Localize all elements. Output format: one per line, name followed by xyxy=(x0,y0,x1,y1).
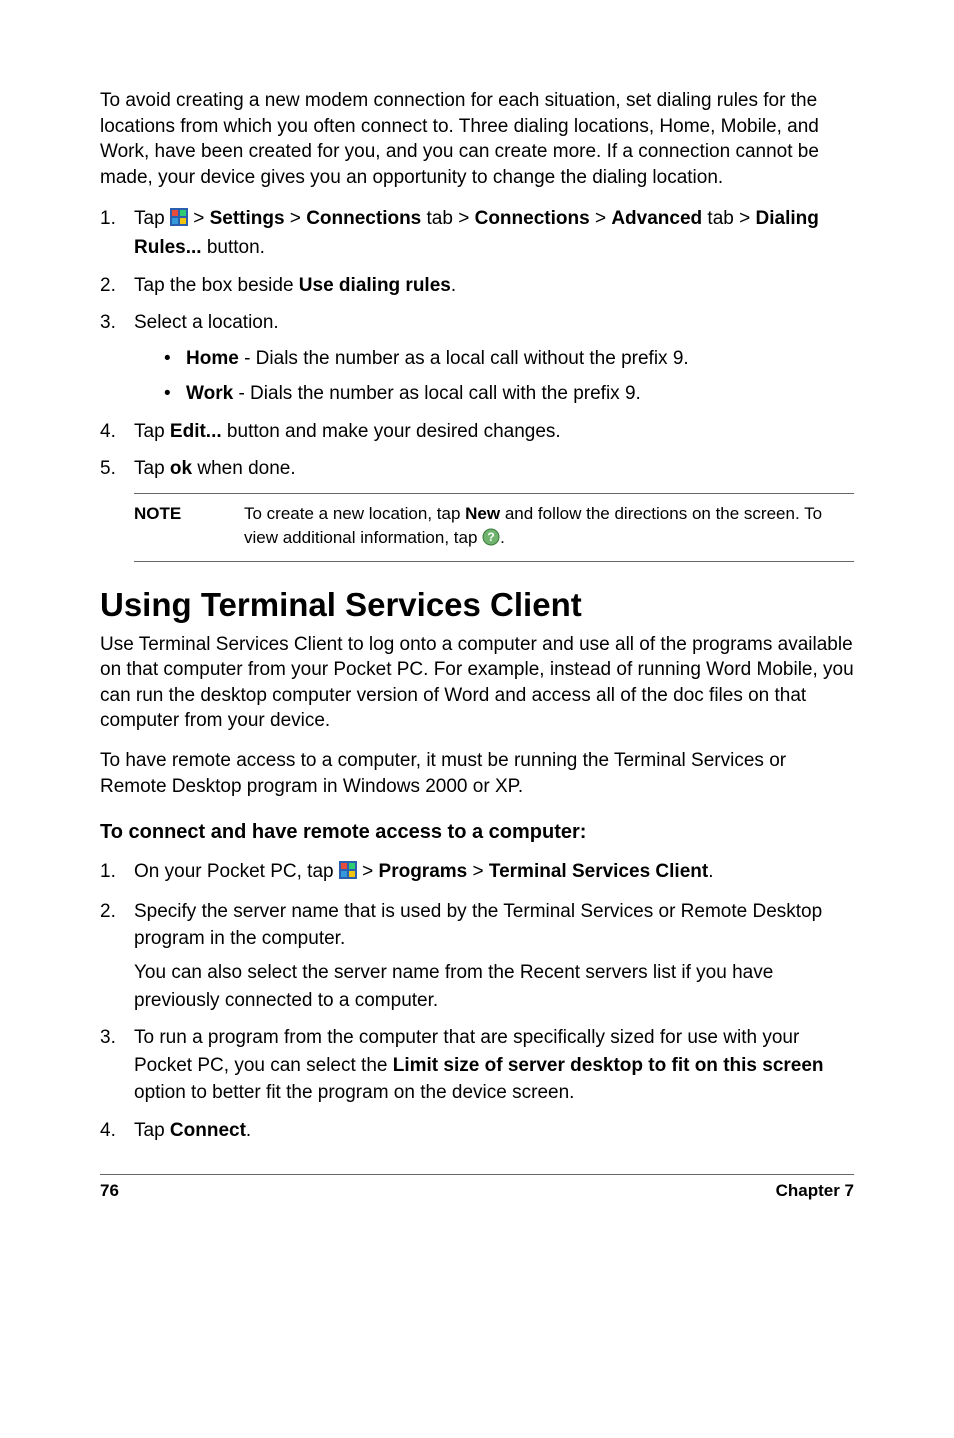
page-number: 76 xyxy=(100,1181,119,1201)
step-text: > xyxy=(188,208,210,229)
step-2-sub: You can also select the server name from… xyxy=(134,959,854,1014)
steps-list-1: 1. Tap > Settings > Connections tab > Co… xyxy=(100,205,854,483)
connections-label-2: Connections xyxy=(475,208,590,229)
home-label: Home xyxy=(186,348,239,369)
ok-label: ok xyxy=(170,458,192,479)
start-menu-icon xyxy=(339,860,357,888)
settings-label: Settings xyxy=(210,208,285,229)
step-2: 2. Tap the box beside Use dialing rules. xyxy=(100,272,854,300)
connect-label: Connect xyxy=(170,1120,246,1141)
advanced-label: Advanced xyxy=(611,208,702,229)
limit-size-label: Limit size of server desktop to fit on t… xyxy=(393,1055,824,1076)
step-number: 2. xyxy=(100,272,116,300)
step-number: 3. xyxy=(100,1024,116,1052)
step-4: 4. Tap Connect. xyxy=(100,1117,854,1145)
note-text: To create a new location, tap New and fo… xyxy=(244,502,854,553)
page-content: To avoid creating a new modem connection… xyxy=(0,0,954,1231)
step-5: 5. Tap ok when done. xyxy=(100,455,854,483)
step-number: 1. xyxy=(100,205,116,233)
chapter-label: Chapter 7 xyxy=(776,1181,854,1201)
new-label: New xyxy=(465,504,500,523)
step-text: Tap xyxy=(134,208,170,229)
use-dialing-rules-label: Use dialing rules xyxy=(299,275,451,296)
step-4: 4. Tap Edit... button and make your desi… xyxy=(100,418,854,446)
step-number: 4. xyxy=(100,1117,116,1145)
note-label: NOTE xyxy=(134,502,244,553)
step-1: 1. On your Pocket PC, tap > Programs > T… xyxy=(100,858,854,888)
para-1: Use Terminal Services Client to log onto… xyxy=(100,632,854,735)
step-number: 3. xyxy=(100,309,116,337)
programs-label: Programs xyxy=(379,861,468,882)
bullet-home: Home - Dials the number as a local call … xyxy=(164,345,854,373)
step-number: 1. xyxy=(100,858,116,886)
section-heading: Using Terminal Services Client xyxy=(100,586,854,624)
step-number: 4. xyxy=(100,418,116,446)
note-box: NOTE To create a new location, tap New a… xyxy=(134,493,854,562)
steps-list-2: 1. On your Pocket PC, tap > Programs > T… xyxy=(100,858,854,1144)
help-icon: ? xyxy=(482,531,500,550)
connections-label: Connections xyxy=(306,208,421,229)
step-3: 3. Select a location. Home - Dials the n… xyxy=(100,309,854,408)
sub-heading: To connect and have remote access to a c… xyxy=(100,821,854,844)
terminal-services-label: Terminal Services Client xyxy=(489,861,708,882)
step-2: 2. Specify the server name that is used … xyxy=(100,898,854,1014)
svg-text:?: ? xyxy=(487,530,494,544)
page-footer: 76 Chapter 7 xyxy=(100,1174,854,1201)
step-1: 1. Tap > Settings > Connections tab > Co… xyxy=(100,205,854,262)
step-3: 3. To run a program from the computer th… xyxy=(100,1024,854,1107)
edit-label: Edit... xyxy=(170,421,222,442)
intro-paragraph: To avoid creating a new modem connection… xyxy=(100,88,854,191)
bullet-list: Home - Dials the number as a local call … xyxy=(164,345,854,408)
bullet-work: Work - Dials the number as local call wi… xyxy=(164,380,854,408)
start-menu-icon xyxy=(170,207,188,235)
step-number: 2. xyxy=(100,898,116,926)
work-label: Work xyxy=(186,383,233,404)
step-number: 5. xyxy=(100,455,116,483)
para-2: To have remote access to a computer, it … xyxy=(100,748,854,799)
